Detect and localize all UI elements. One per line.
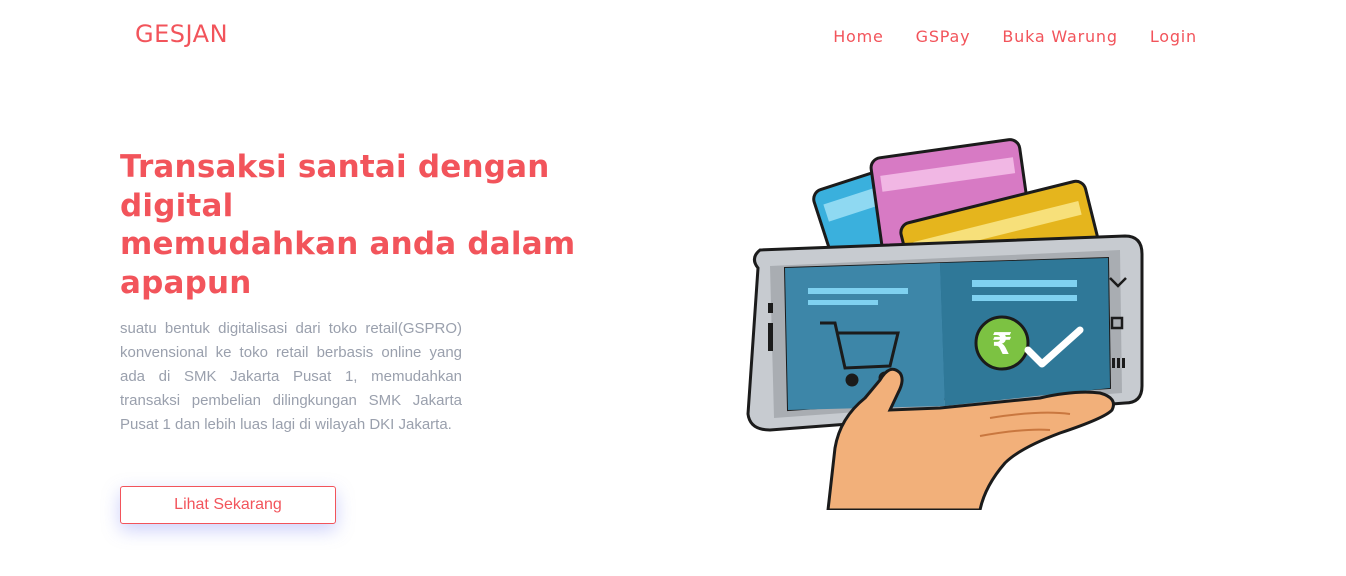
hero-description: suatu bentuk digitalisasi dari toko reta… bbox=[120, 320, 462, 433]
svg-text:₹: ₹ bbox=[992, 327, 1013, 362]
nav-link-buka-warung[interactable]: Buka Warung bbox=[1002, 27, 1117, 46]
brand-logo[interactable]: GESJAN bbox=[135, 20, 228, 48]
wallet-phone-illustration: ₹ bbox=[746, 138, 1144, 512]
navbar: GESJAN Home GSPay Buka Warung Login bbox=[0, 0, 1346, 76]
nav-link-home[interactable]: Home bbox=[833, 27, 883, 46]
hero-title-line-2: memudahkan anda dalam apapun bbox=[120, 226, 576, 301]
hero-illustration: ₹ bbox=[740, 118, 1150, 512]
see-now-button[interactable]: Lihat Sekarang bbox=[120, 486, 336, 524]
hero-title: Transaksi santai dengan digital memudahk… bbox=[120, 148, 590, 302]
nav-link-gspay[interactable]: GSPay bbox=[916, 27, 971, 46]
nav-links: Home GSPay Buka Warung Login bbox=[833, 27, 1197, 46]
rupee-coin-icon: ₹ bbox=[974, 315, 1030, 371]
nav-link-login[interactable]: Login bbox=[1150, 27, 1197, 46]
hero-title-line-1: Transaksi santai dengan digital bbox=[120, 149, 550, 224]
